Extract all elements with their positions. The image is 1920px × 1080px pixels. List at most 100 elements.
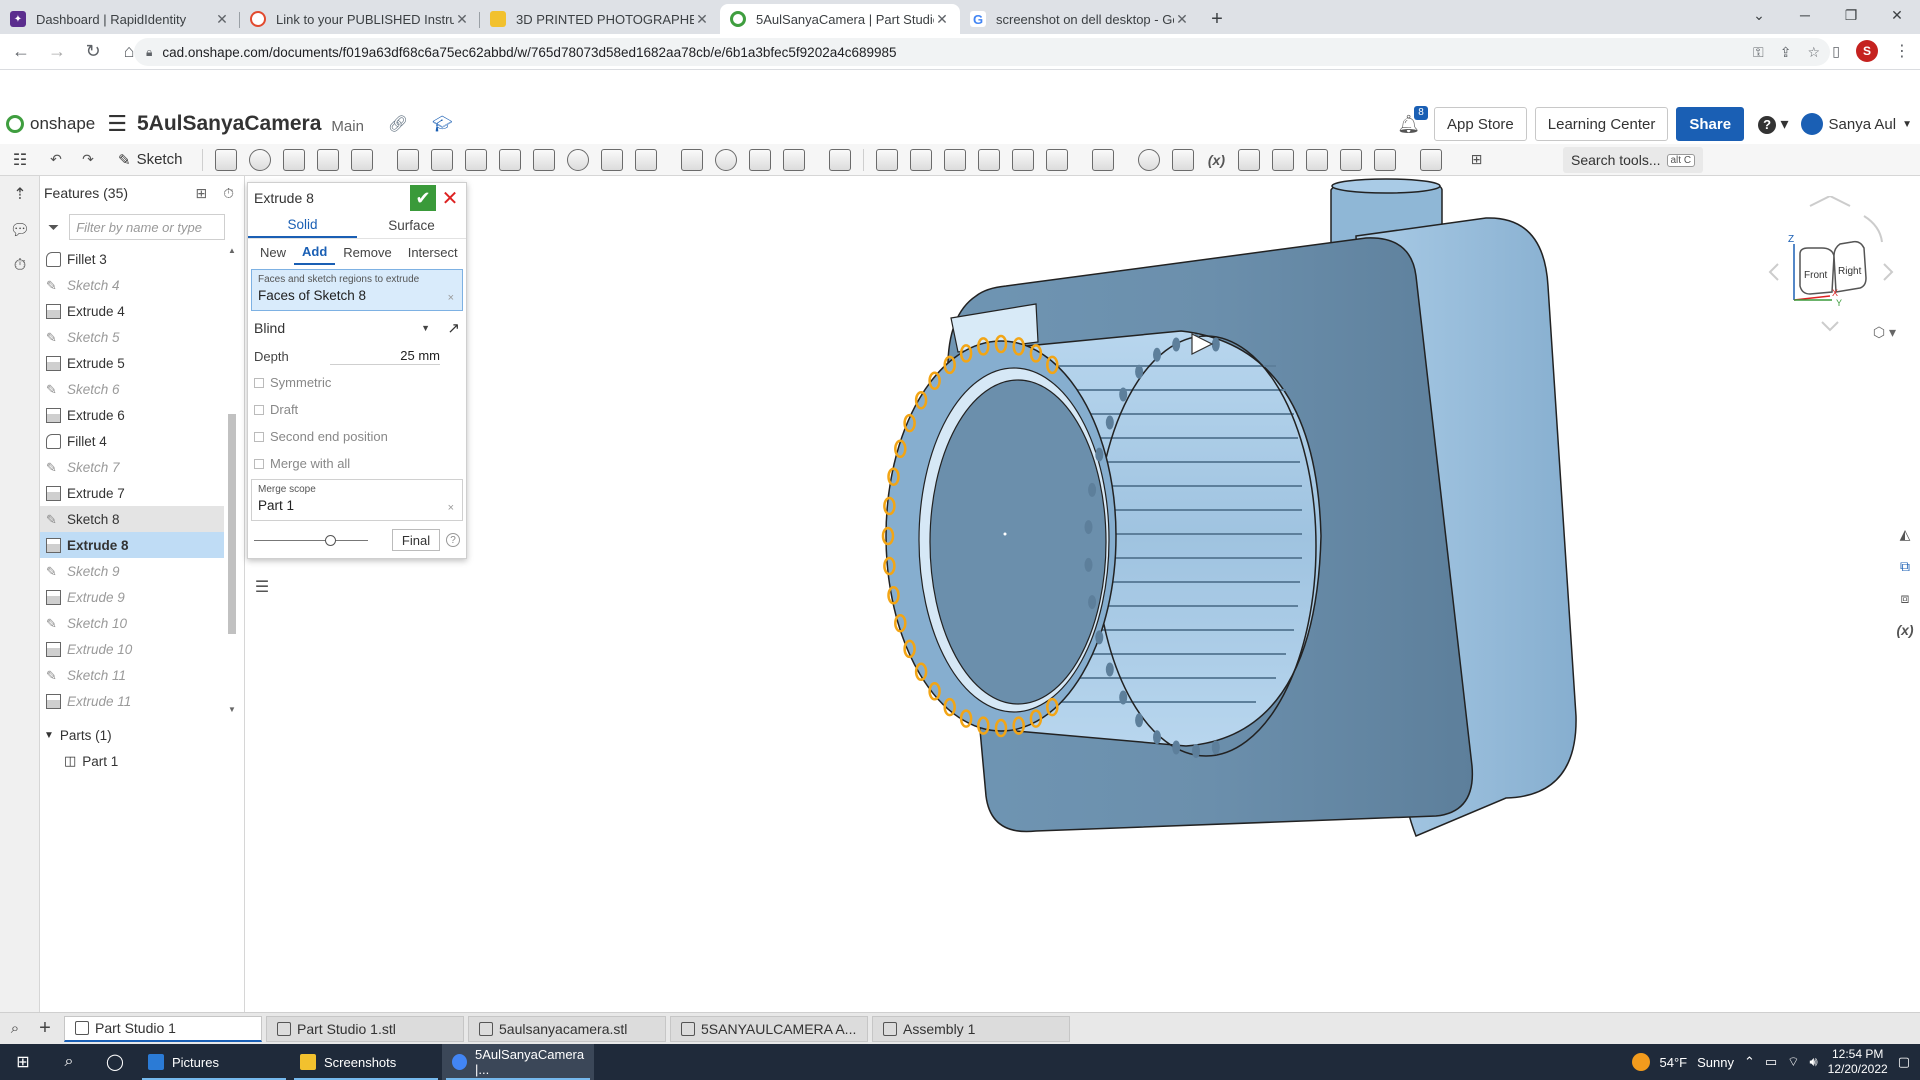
loft-tool-icon[interactable] [317,148,340,171]
mate-connector-tool-icon[interactable] [1092,148,1115,171]
scroll-down-icon[interactable]: ▼ [226,705,238,714]
sweep-tool-icon[interactable] [283,148,306,171]
second-end-checkbox[interactable]: Second end position [248,423,466,450]
scrollbar-thumb[interactable] [228,414,236,634]
modify-fillet-tool-icon[interactable] [876,148,899,171]
taskbar-clock[interactable]: 12:54 PM 12/20/2022 [1828,1047,1888,1077]
minimize-icon[interactable]: ─ [1782,0,1828,30]
faces-selection-field[interactable]: Faces and sketch regions to extrude Face… [251,269,463,311]
graphics-viewport[interactable]: Front Right Z X Y ⬡ ▾ ◭ ⧉ ⧈ (x) [246,176,1920,1012]
feature-list-toggle-icon[interactable]: ☷ [0,144,40,176]
checkbox-box[interactable] [254,404,264,415]
extrude-title-text[interactable]: Extrude 8 [254,190,314,206]
taskbar-app[interactable]: Screenshots [290,1044,442,1080]
taskbar-app[interactable]: 5AulSanyaCamera |... [442,1044,594,1080]
weather-condition[interactable]: Sunny [1697,1055,1734,1070]
variable-tool-icon[interactable]: (x) [1203,147,1229,173]
feature-item-extrude-6[interactable]: Extrude 6 [40,402,224,428]
plane-tool-icon[interactable] [1046,148,1069,171]
part-item[interactable]: ◫ Part 1 [40,748,245,774]
tab-manager-icon[interactable]: ⌕ [0,1013,30,1045]
op-new[interactable]: New [252,239,294,265]
rotate-cw-arrow[interactable] [1863,215,1883,243]
browser-tab[interactable]: ✦ Dashboard | RapidIdentity ✕ [0,4,240,34]
view-options-icon[interactable]: ⬡ ▾ [1873,324,1896,341]
undo-icon[interactable]: ↶ [43,147,69,173]
table-tool-icon[interactable] [1420,148,1443,171]
learning-cap-icon[interactable]: 🎓︎ [432,114,452,134]
url-field[interactable]: 🔒︎ cad.onshape.com/documents/f019a63df68… [134,38,1830,66]
rib-tool-icon[interactable] [499,148,522,171]
scroll-up-icon[interactable]: ▲ [226,246,238,255]
flange-tool-icon[interactable] [1374,148,1397,171]
frame-tool-icon[interactable] [1306,148,1329,171]
appearance-icon[interactable]: ◭ [1890,518,1920,550]
history-clock-icon[interactable]: ⏱︎ [0,248,40,284]
move-face-tool-icon[interactable] [944,148,967,171]
chamfer-tool-icon[interactable] [431,148,454,171]
help-icon[interactable]: ? ▾ [1758,114,1789,134]
rotate-down-arrow[interactable] [1821,321,1839,332]
split-tool-icon[interactable] [749,148,772,171]
checkbox-box[interactable] [254,458,264,469]
insert-icon[interactable]: ⇡ [0,176,40,212]
feature-item-sketch-9[interactable]: ✎ Sketch 9 [40,558,224,584]
custom-feature-tool-icon[interactable] [1238,148,1261,171]
close-window-icon[interactable]: ✕ [1874,0,1920,30]
symmetric-checkbox[interactable]: Symmetric [248,369,466,396]
mass-properties-icon[interactable]: ⧈ [1890,582,1920,614]
feature-item-fillet-4[interactable]: Fillet 4 [40,428,224,454]
sheet-metal-tool-icon[interactable] [1272,148,1295,171]
element-tab[interactable]: Part Studio 1 [64,1015,262,1042]
tab-surface[interactable]: Surface [357,213,466,238]
close-tab-icon[interactable]: ✕ [214,11,230,28]
element-tab[interactable]: Assembly 1 [872,1015,1070,1042]
mirror-tool-icon[interactable] [681,148,704,171]
delete-part-tool-icon[interactable] [829,148,852,171]
configurations-icon[interactable]: ⧉ [1890,550,1920,582]
flip-direction-icon[interactable]: ↗ [447,319,460,337]
filter-funnel-icon[interactable]: ⏷ [48,219,59,236]
taskbar-app[interactable]: Pictures [138,1044,290,1080]
accept-check-icon[interactable]: ✔ [410,185,436,211]
notification-bell-icon[interactable]: 🔔︎ 8 [1397,105,1429,135]
merge-with-all-checkbox[interactable]: Merge with all [248,450,466,477]
feature-item-extrude-10[interactable]: Extrude 10 [40,636,224,662]
rotate-up-arrow[interactable] [1809,196,1851,207]
app-store-button[interactable]: App Store [1434,107,1527,141]
clear-selection-icon[interactable]: × [448,292,454,304]
learning-center-button[interactable]: Learning Center [1534,107,1669,141]
replace-face-tool-icon[interactable] [978,148,1001,171]
feature-item-sketch-11[interactable]: ✎ Sketch 11 [40,662,224,688]
draft-checkbox[interactable]: Draft [248,396,466,423]
side-panel-icon[interactable]: ▯ [1832,43,1840,60]
user-menu[interactable]: Sanya Aul ▼ [1800,113,1912,135]
feature-item-extrude-5[interactable]: Extrude 5 [40,350,224,376]
close-tab-icon[interactable]: ✕ [934,11,950,28]
element-tab[interactable]: 5SANYAULCAMERA A... [670,1015,868,1042]
close-tab-icon[interactable]: ✕ [694,11,710,28]
browser-tab-active[interactable]: 5AulSanyaCamera | Part Studio 1 ✕ [720,4,960,34]
feature-item-fillet-3[interactable]: Fillet 3 [40,246,224,272]
browser-tab[interactable]: Link to your PUBLISHED Instructa ✕ [240,4,480,34]
variables-table-icon[interactable]: (x) [1890,614,1920,646]
feature-item-sketch-8[interactable]: ✎ Sketch 8 [40,506,224,532]
element-tab[interactable]: 5aulsanyacamera.stl [468,1015,666,1042]
feature-item-extrude-11[interactable]: Extrude 11 [40,688,224,714]
share-page-icon[interactable]: ⇪ [1780,44,1792,61]
onshape-logo[interactable]: onshape [6,114,95,134]
feature-item-sketch-5[interactable]: ✎ Sketch 5 [40,324,224,350]
cylinder-tool-icon[interactable] [601,148,624,171]
help-question-icon[interactable]: ? [446,533,460,547]
close-tab-icon[interactable]: ✕ [454,11,470,28]
browser-menu-icon[interactable]: ⋮ [1894,41,1910,61]
network-icon[interactable]: ⌔ [1787,1054,1799,1070]
camera-model[interactable] [246,176,1920,1012]
helix-tool-icon[interactable] [1138,148,1161,171]
feature-list-scrollbar[interactable]: ▲ ▼ [226,246,238,714]
parts-header[interactable]: ▼ Parts (1) [40,722,245,748]
preview-slider-track[interactable] [254,540,368,541]
windows-start-icon[interactable]: ⊞ [0,1044,46,1080]
feature-dialog-list-icon[interactable]: ☰ [249,574,275,600]
offset-surface-tool-icon[interactable] [1012,148,1035,171]
